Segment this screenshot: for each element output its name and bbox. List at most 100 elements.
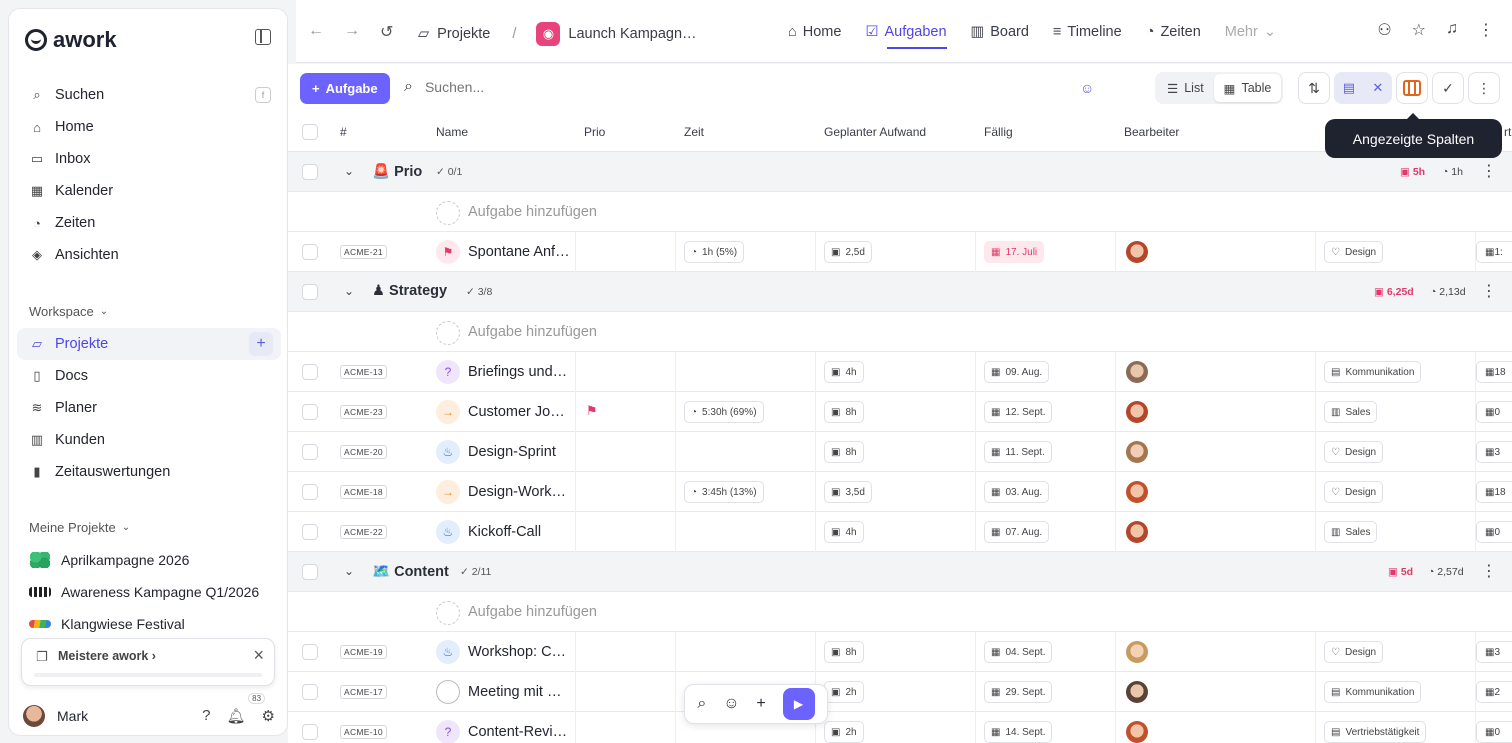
my-projects-section[interactable]: Meine Projekte ⌄	[17, 512, 281, 542]
sidebar-project-item[interactable]: Aprilkampagne 2026	[17, 544, 281, 576]
arrow-right-icon[interactable]: →	[436, 480, 460, 504]
avatar[interactable]	[1126, 521, 1148, 543]
tab-board[interactable]: ▥ Board	[971, 0, 1029, 63]
breadcrumb-projekte[interactable]: Projekte	[437, 26, 490, 42]
sidebar-item-search[interactable]: ⌕ Suchen f	[17, 79, 281, 111]
tag-chip[interactable]: ▥ Sales	[1324, 401, 1378, 423]
columns-button[interactable]	[1396, 72, 1428, 104]
due-date-chip[interactable]: ▦ 03. Aug.	[984, 481, 1050, 503]
sidebar-item-kalender[interactable]: ▦ Kalender	[17, 175, 281, 207]
arrow-right-icon[interactable]: →	[436, 400, 460, 424]
due-date-chip[interactable]: ▦ 12. Sept.	[984, 401, 1053, 423]
row-checkbox[interactable]	[302, 684, 318, 700]
column-name[interactable]: Name	[436, 125, 468, 139]
back-arrow-icon[interactable]: ←	[308, 22, 324, 40]
due-date-chip[interactable]: ▦ 17. Juli	[984, 241, 1045, 263]
sidebar-item-inbox[interactable]: ▭ Inbox	[17, 143, 281, 175]
time-chip[interactable]: ◔ 3:45h (13%)	[684, 481, 764, 503]
due-date-chip[interactable]: ▦ 29. Sept.	[984, 681, 1053, 703]
add-task-button[interactable]: + Aufgabe	[300, 73, 390, 104]
effort-chip[interactable]: ▣ 2h	[824, 721, 864, 743]
onboarding-card[interactable]: ❐ Meistere awork › ×	[21, 638, 275, 686]
time-chip[interactable]: ◔ 5:30h (69%)	[684, 401, 764, 423]
row-checkbox[interactable]	[302, 444, 318, 460]
avatar[interactable]	[1126, 721, 1148, 743]
chevron-down-icon[interactable]: ⌄	[344, 164, 354, 178]
add-member-icon[interactable]: ⚇	[1377, 20, 1391, 40]
ai-assistant-icon[interactable]: ☺	[723, 695, 739, 713]
more-vertical-icon[interactable]: ⋮	[1481, 281, 1497, 301]
avatar[interactable]	[23, 705, 45, 727]
due-date-chip[interactable]: ▦ 11. Sept.	[984, 441, 1052, 463]
column-number[interactable]: #	[340, 125, 347, 139]
gear-icon[interactable]: ⚙	[262, 707, 275, 725]
table-row[interactable]: ACME-10 ? Content-Revi… ▣ 2h ▦ 14. Sept.…	[288, 712, 1512, 743]
column-cut[interactable]: rt	[1504, 125, 1511, 139]
task-name[interactable]: Workshop: Co…	[468, 644, 570, 660]
sort-button[interactable]: ⇅	[1298, 72, 1330, 104]
close-icon[interactable]: ×	[253, 645, 264, 666]
help-icon[interactable]: ?	[202, 707, 210, 725]
avatar[interactable]	[1126, 441, 1148, 463]
tab-home[interactable]: ⌂ Home	[788, 0, 841, 63]
task-name[interactable]: Kickoff-Call	[468, 524, 570, 540]
start-timer-button[interactable]: ▶	[782, 688, 815, 720]
tag-chip[interactable]: ♡ Design	[1324, 241, 1384, 263]
row-checkbox[interactable]	[302, 364, 318, 380]
collapse-sidebar-icon[interactable]	[255, 29, 271, 45]
table-row[interactable]: ACME-17 Meeting mit K… ▣ 2h ▦ 29. Sept. …	[288, 672, 1512, 712]
row-checkbox[interactable]	[302, 484, 318, 500]
table-row[interactable]: ACME-23 → Customer Jou… ⚑ ◔ 5:30h (69%) …	[288, 392, 1512, 432]
more-vertical-icon[interactable]: ⋮	[1481, 561, 1497, 581]
table-row[interactable]: ACME-13 ? Briefings und … ▣ 4h ▦ 09. Aug…	[288, 352, 1512, 392]
avatar[interactable]	[1126, 361, 1148, 383]
group-checkbox[interactable]	[302, 164, 318, 180]
row-checkbox[interactable]	[302, 644, 318, 660]
question-icon[interactable]: ?	[436, 360, 460, 384]
group-checkbox[interactable]	[302, 564, 318, 580]
status-empty-icon[interactable]	[436, 680, 460, 704]
sidebar-item-projekte[interactable]: ▱ Projekte +	[17, 328, 281, 360]
task-name[interactable]: Customer Jou…	[468, 404, 570, 420]
avatar[interactable]	[1126, 481, 1148, 503]
column-faellig[interactable]: Fällig	[984, 125, 1013, 139]
tab-aufgaben[interactable]: ☑ Aufgaben	[865, 0, 947, 63]
tag-chip[interactable]: ♡ Design	[1324, 641, 1384, 663]
due-date-chip[interactable]: ▦ 07. Aug.	[984, 521, 1050, 543]
flag-icon[interactable]: ⚑	[436, 240, 460, 264]
more-vertical-icon[interactable]: ⋮	[1481, 161, 1497, 181]
view-table-button[interactable]: ▦ Table	[1213, 74, 1282, 102]
chevron-down-icon[interactable]: ⌄	[344, 284, 354, 298]
avatar[interactable]	[1126, 641, 1148, 663]
bell-icon[interactable]: ♫	[1446, 20, 1458, 40]
column-aufwand[interactable]: Geplanter Aufwand	[824, 125, 926, 139]
tag-chip[interactable]: ▤ Vertriebstätigkeit	[1324, 721, 1427, 743]
table-row[interactable]: ACME-22 ♨ Kickoff-Call ▣ 4h ▦ 07. Aug. ▥…	[288, 512, 1512, 552]
ai-assistant-icon[interactable]: ☺	[1080, 80, 1094, 96]
search-input[interactable]	[424, 79, 625, 95]
effort-chip[interactable]: ▣ 8h	[824, 641, 864, 663]
more-options-button[interactable]: ⋮	[1468, 72, 1500, 104]
effort-chip[interactable]: ▣ 4h	[824, 361, 864, 383]
effort-chip[interactable]: ▣ 3,5d	[824, 481, 872, 503]
due-date-chip[interactable]: ▦ 09. Aug.	[984, 361, 1050, 383]
awork-logo[interactable]: awork	[25, 27, 117, 53]
forward-arrow-icon[interactable]: →	[344, 22, 360, 40]
table-row[interactable]: ACME-19 ♨ Workshop: Co… ▣ 8h ▦ 04. Sept.…	[288, 632, 1512, 672]
breadcrumb-project[interactable]: Launch Kampagn…	[568, 26, 696, 42]
group-row[interactable]: ⌄ 🗺️ Content ✓ 2/11 ▣ 5d ◔ 2,57d ⋮	[288, 552, 1512, 592]
workspace-section[interactable]: Workspace ⌄	[17, 296, 281, 326]
column-bearbeiter[interactable]: Bearbeiter	[1124, 125, 1179, 139]
select-all-checkbox[interactable]	[302, 124, 318, 140]
group-row[interactable]: ⌄ ♟ Strategy ✓ 3/8 ▣ 6,25d ◔ 2,13d ⋮	[288, 272, 1512, 312]
question-icon[interactable]: ?	[436, 720, 460, 743]
fire-icon[interactable]: ♨	[436, 640, 460, 664]
task-name[interactable]: Meeting mit K…	[468, 684, 570, 700]
effort-chip[interactable]: ▣ 2h	[824, 681, 864, 703]
table-row[interactable]: ACME-21 ⚑ Spontane Anf… ◔ 1h (5%) ▣ 2,5d…	[288, 232, 1512, 272]
tag-chip[interactable]: ▤ Kommunikation	[1324, 681, 1422, 703]
effort-chip[interactable]: ▣ 4h	[824, 521, 864, 543]
column-zeit[interactable]: Zeit	[684, 125, 704, 139]
fire-icon[interactable]: ♨	[436, 520, 460, 544]
sidebar-item-ansichten[interactable]: ◈ Ansichten	[17, 239, 281, 271]
